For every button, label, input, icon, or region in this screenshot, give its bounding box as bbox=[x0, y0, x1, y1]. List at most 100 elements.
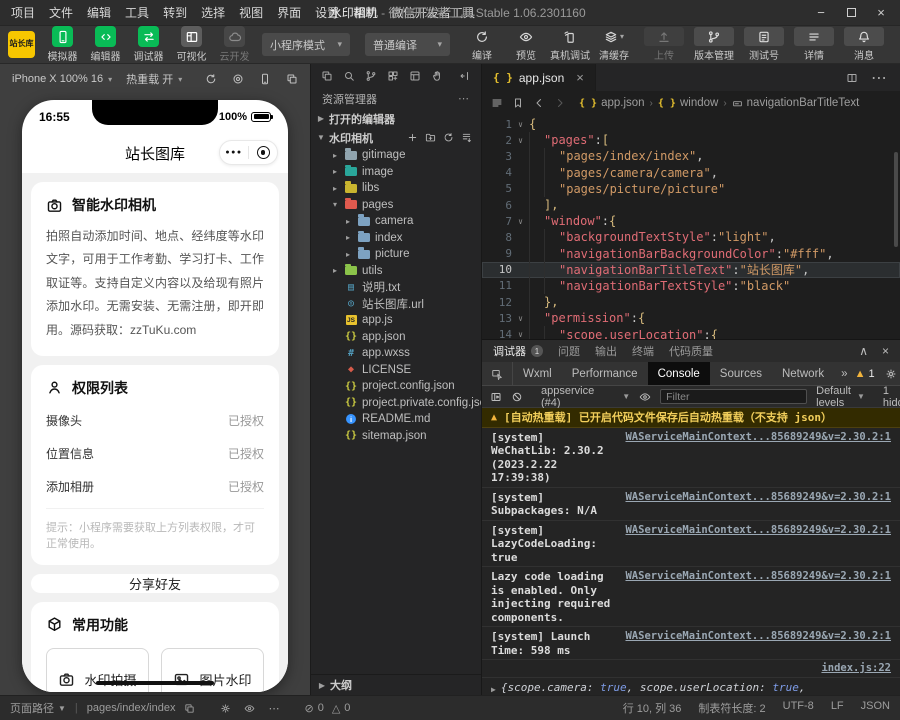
menu-item-文件[interactable]: 文件 bbox=[42, 0, 80, 26]
outline-section[interactable]: ▶ 大纲 bbox=[311, 674, 481, 695]
breadcrumb-item-window[interactable]: { }window bbox=[658, 97, 718, 109]
picture-watermark-button[interactable]: 图片水印 bbox=[161, 648, 264, 692]
debugger-tab-输出[interactable]: 输出 bbox=[595, 343, 617, 359]
tree-item-project.private.config.json[interactable]: {}project.private.config.json bbox=[311, 395, 481, 412]
action-详情[interactable]: 详情 bbox=[792, 27, 836, 62]
clear-console-icon[interactable] bbox=[511, 391, 523, 403]
tree-item-pages[interactable]: ▾pages bbox=[311, 197, 481, 214]
menu-item-编辑[interactable]: 编辑 bbox=[80, 0, 118, 26]
action-预览[interactable]: 预览 bbox=[505, 28, 547, 62]
fold-icon[interactable]: ∨ bbox=[512, 120, 529, 129]
devtools-tab-Console[interactable]: Console bbox=[648, 362, 710, 385]
tree-item-README.md[interactable]: iREADME.md bbox=[311, 411, 481, 428]
more-actions-icon[interactable]: ⋯ bbox=[458, 92, 470, 105]
action-测试号[interactable]: 测试号 bbox=[742, 27, 786, 62]
console-source-link[interactable]: WAServiceMainContext...85689249&v=2.30.2… bbox=[625, 630, 891, 644]
fold-icon[interactable]: ∨ bbox=[512, 217, 529, 226]
encoding[interactable]: UTF-8 bbox=[783, 700, 814, 716]
console-sidebar-icon[interactable] bbox=[490, 391, 502, 403]
action-版本管理[interactable]: 版本管理 bbox=[692, 27, 736, 62]
toggle-编辑器[interactable]: 编辑器 bbox=[85, 26, 126, 63]
tree-item-picture[interactable]: ▸picture bbox=[311, 246, 481, 263]
watermark-shoot-button[interactable]: 水印拍摄 bbox=[46, 648, 149, 692]
log-levels-dropdown[interactable]: Default levels ▼ bbox=[816, 385, 865, 409]
devtools-tab-Wxml[interactable]: Wxml bbox=[513, 362, 562, 385]
editor-scrollbar[interactable] bbox=[894, 152, 898, 247]
tree-item-app.json[interactable]: {}app.json bbox=[311, 329, 481, 346]
menu-item-视图[interactable]: 视图 bbox=[232, 0, 270, 26]
list-icon[interactable] bbox=[491, 97, 503, 109]
menu-item-项目[interactable]: 项目 bbox=[4, 0, 42, 26]
collapse-folders-icon[interactable] bbox=[461, 132, 472, 143]
tree-item-libs[interactable]: ▸libs bbox=[311, 180, 481, 197]
app-logo[interactable]: 站长库 bbox=[8, 31, 35, 58]
back-icon[interactable] bbox=[533, 97, 545, 109]
toggle-模拟器[interactable]: 模拟器 bbox=[42, 26, 83, 63]
debugger-tab-问题[interactable]: 问题 bbox=[558, 343, 580, 359]
device-dropdown[interactable]: iPhone X 100% 16▾ bbox=[12, 73, 112, 85]
tree-item-utils[interactable]: ▸utils bbox=[311, 263, 481, 280]
problems-counters[interactable]: ⊘0 △0 bbox=[304, 702, 350, 715]
menu-item-选择[interactable]: 选择 bbox=[194, 0, 232, 26]
fold-icon[interactable]: ∨ bbox=[512, 136, 529, 145]
more-icon[interactable]: ●●● bbox=[220, 149, 248, 156]
devtools-tab-Sources[interactable]: Sources bbox=[710, 362, 772, 385]
mode-dropdown[interactable]: 小程序模式▾ bbox=[262, 33, 350, 56]
copy-path-icon[interactable] bbox=[184, 703, 195, 714]
console-source-link[interactable]: index.js:22 bbox=[821, 662, 891, 676]
fold-icon[interactable]: ∨ bbox=[512, 314, 529, 323]
console-source-link[interactable]: WAServiceMainContext...85689249&v=2.30.2… bbox=[625, 570, 891, 584]
warning-count[interactable]: ▲ 1 bbox=[855, 368, 875, 380]
debugger-tab-终端[interactable]: 终端 bbox=[632, 343, 654, 359]
console-source-link[interactable]: WAServiceMainContext...85689249&v=2.30.2… bbox=[625, 431, 891, 445]
forward-icon[interactable] bbox=[554, 97, 566, 109]
compile-settings-icon[interactable] bbox=[220, 703, 231, 714]
tree-item-camera[interactable]: ▸camera bbox=[311, 213, 481, 230]
menu-item-工具[interactable]: 工具 bbox=[118, 0, 156, 26]
compile-mode-dropdown[interactable]: 普通编译▾ bbox=[365, 33, 450, 56]
menu-item-界面[interactable]: 界面 bbox=[270, 0, 308, 26]
exit-icon[interactable] bbox=[249, 146, 277, 159]
close-tab-icon[interactable]: × bbox=[576, 70, 584, 85]
action-清缓存[interactable]: ▾清缓存 bbox=[593, 28, 635, 62]
cursor-position[interactable]: 行 10, 列 36 bbox=[623, 700, 682, 716]
more-icon[interactable]: ⋯ bbox=[871, 68, 887, 88]
expand-icon[interactable]: ▶ bbox=[491, 681, 496, 696]
maximize-button[interactable] bbox=[836, 1, 866, 25]
page-path-dropdown[interactable]: 页面路径 ▼ bbox=[10, 700, 66, 716]
share-button[interactable]: 分享好友 bbox=[31, 574, 279, 593]
new-file-icon[interactable] bbox=[407, 132, 418, 143]
action-上传[interactable]: 上传 bbox=[642, 27, 686, 62]
tab-app-json[interactable]: { } app.json × bbox=[482, 64, 596, 91]
debugger-tab-代码质量[interactable]: 代码质量 bbox=[669, 343, 713, 359]
breadcrumb-item-app.json[interactable]: { }app.json bbox=[579, 97, 645, 109]
collapse-panel-icon[interactable]: ∧ bbox=[859, 344, 868, 358]
debugger-tab-调试器[interactable]: 调试器1 bbox=[493, 343, 543, 359]
capsule-menu[interactable]: ●●● bbox=[219, 140, 278, 165]
tree-item-project.config.json[interactable]: {}project.config.json bbox=[311, 378, 481, 395]
context-dropdown[interactable]: appservice (#4) ▼ bbox=[541, 385, 630, 409]
action-消息[interactable]: 消息 bbox=[842, 27, 886, 62]
close-panel-icon[interactable]: × bbox=[882, 344, 889, 358]
collapse-sidebar-icon[interactable] bbox=[459, 70, 471, 82]
action-编译[interactable]: 编译 bbox=[461, 28, 503, 62]
devtools-tab-Performance[interactable]: Performance bbox=[562, 362, 648, 385]
devtools-tab-Network[interactable]: Network bbox=[772, 362, 834, 385]
toggle-可视化[interactable]: 可视化 bbox=[171, 26, 212, 63]
fold-icon[interactable]: ∨ bbox=[512, 330, 529, 339]
console-source-link[interactable]: WAServiceMainContext...85689249&v=2.30.2… bbox=[625, 524, 891, 538]
action-真机调试[interactable]: 真机调试 bbox=[549, 28, 591, 62]
eol[interactable]: LF bbox=[831, 700, 844, 716]
tab-size[interactable]: 制表符长度: 2 bbox=[698, 700, 765, 716]
tree-item-image[interactable]: ▸image bbox=[311, 164, 481, 181]
more-icon[interactable]: ⋯ bbox=[268, 702, 279, 715]
language-mode[interactable]: JSON bbox=[861, 700, 890, 716]
toggle-调试器[interactable]: 调试器 bbox=[128, 26, 169, 63]
console-filter-input[interactable] bbox=[660, 389, 807, 404]
hot-reload-dropdown[interactable]: 热重载 开▾ bbox=[126, 71, 182, 87]
tree-item-index[interactable]: ▸index bbox=[311, 230, 481, 247]
tree-item-app.js[interactable]: JSapp.js bbox=[311, 312, 481, 329]
tree-item-app.wxss[interactable]: #app.wxss bbox=[311, 345, 481, 362]
gear-icon[interactable] bbox=[885, 368, 897, 380]
inspect-element-icon[interactable] bbox=[482, 362, 513, 385]
